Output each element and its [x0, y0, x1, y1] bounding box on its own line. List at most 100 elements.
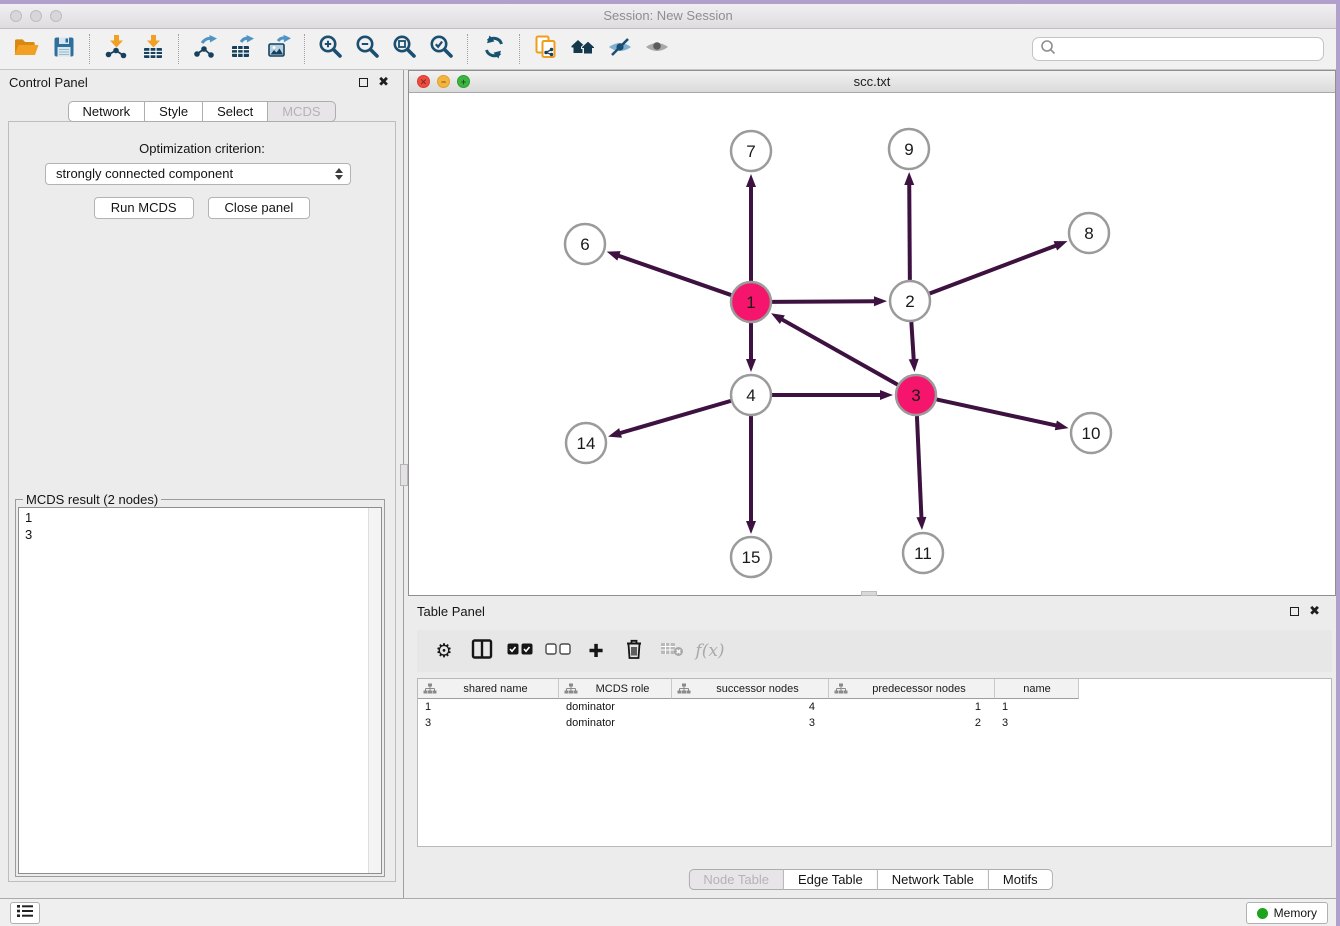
open-session-button[interactable] [8, 32, 45, 66]
graph-edge-arrowhead [1055, 420, 1069, 430]
table-cell[interactable]: 3 [418, 717, 559, 729]
network-canvas[interactable]: 7968124314101511 [409, 93, 1335, 595]
table-cell[interactable]: dominator [559, 717, 672, 729]
run-mcds-button[interactable]: Run MCDS [94, 197, 194, 219]
column-header-mcds-role[interactable]: MCDS role [559, 679, 672, 699]
zoom-window-button[interactable] [50, 10, 62, 22]
first-neighbors-button[interactable] [564, 32, 601, 66]
table-cell[interactable]: 1 [418, 701, 559, 713]
graph-edge-3-10[interactable] [937, 399, 1058, 425]
close-window-button[interactable] [10, 10, 22, 22]
export-table-icon [229, 34, 255, 65]
result-scrollbar[interactable] [368, 508, 381, 873]
hide-selected-button[interactable] [601, 32, 638, 66]
network-window-title: scc.txt [409, 71, 1335, 93]
search-field[interactable] [1032, 37, 1324, 61]
show-task-history-button[interactable] [10, 902, 40, 924]
column-header-name[interactable]: name [995, 679, 1079, 699]
deselect-all-columns-button[interactable] [539, 642, 577, 660]
network-resize-grip[interactable] [861, 591, 877, 596]
table-cell[interactable]: 2 [829, 717, 995, 729]
close-panel-icon[interactable]: ✖ [378, 77, 389, 87]
network-minimize-button[interactable]: − [437, 75, 450, 88]
fx-icon: f(x) [695, 641, 724, 661]
attribute-tree-icon [677, 683, 691, 695]
graph-edge-2-9[interactable] [909, 183, 910, 280]
tab-style[interactable]: Style [145, 101, 203, 122]
table-cell[interactable]: 1 [829, 701, 995, 713]
float-panel-icon[interactable] [1290, 607, 1299, 616]
mcds-buttons-row: Run MCDS Close panel [9, 197, 395, 219]
tab-node-table[interactable]: Node Table [688, 869, 784, 890]
tab-select[interactable]: Select [203, 101, 268, 122]
graph-edge-3-1[interactable] [781, 319, 898, 385]
table-cell[interactable]: 3 [672, 717, 829, 729]
import-table-button[interactable] [134, 32, 171, 66]
table-settings-button[interactable]: ⚙ [425, 640, 463, 662]
graph-node-label: 14 [577, 434, 596, 453]
network-zoom-button[interactable]: + [457, 75, 470, 88]
graph-edge-4-14[interactable] [619, 401, 731, 434]
add-column-button[interactable]: ✚ [577, 641, 615, 662]
criterion-select[interactable]: strongly connected component [45, 163, 351, 185]
houses-icon [570, 34, 596, 65]
export-image-button[interactable] [260, 32, 297, 66]
column-header-shared-name[interactable]: shared name [418, 679, 559, 699]
new-network-from-selection-button[interactable] [527, 32, 564, 66]
graph-edge-2-8[interactable] [930, 245, 1058, 293]
zoom-selected-button[interactable] [423, 32, 460, 66]
graph-edge-2-3[interactable] [911, 322, 913, 361]
result-line: 1 [25, 509, 365, 526]
zoom-out-button[interactable] [349, 32, 386, 66]
memory-button[interactable]: Memory [1246, 902, 1328, 924]
refresh-layout-button[interactable] [475, 32, 512, 66]
export-table-button[interactable] [223, 32, 260, 66]
panel-splitter-handle[interactable] [400, 464, 408, 486]
zoom-in-button[interactable] [312, 32, 349, 66]
table-cell[interactable]: dominator [559, 701, 672, 713]
zoom-fit-button[interactable] [386, 32, 423, 66]
graph-edge-arrowhead [916, 517, 926, 530]
tab-network[interactable]: Network [67, 101, 145, 122]
delete-table-button [653, 641, 691, 662]
table-panel: Table Panel ✖ ⚙ ✚ f(x) shared nameMCDS r… [405, 598, 1336, 898]
graph-edge-arrowhead [880, 390, 893, 400]
select-all-columns-button[interactable] [501, 642, 539, 660]
save-session-button[interactable] [45, 32, 82, 66]
table-row[interactable]: 3dominator323 [418, 715, 1331, 731]
tab-network-table[interactable]: Network Table [878, 869, 989, 890]
table-cell[interactable]: 3 [995, 717, 1079, 729]
network-window-titlebar: ✕ − + scc.txt [409, 71, 1335, 93]
graph-edge-arrowhead [746, 174, 756, 187]
column-header-successor-nodes[interactable]: successor nodes [672, 679, 829, 699]
graph-node-label: 10 [1082, 424, 1101, 443]
select-stepper-icon [335, 168, 343, 180]
delete-column-button[interactable] [615, 638, 653, 665]
attribute-tree-icon [564, 683, 578, 695]
export-network-button[interactable] [186, 32, 223, 66]
import-network-button[interactable] [97, 32, 134, 66]
search-input[interactable] [1057, 42, 1317, 56]
close-panel-icon[interactable]: ✖ [1309, 606, 1320, 616]
network-view-window: ✕ − + scc.txt 7968124314101511 [408, 70, 1336, 596]
tab-edge-table[interactable]: Edge Table [784, 869, 878, 890]
network-canvas-svg: 7968124314101511 [409, 93, 1335, 595]
table-row[interactable]: 1dominator411 [418, 699, 1331, 715]
zoom-selected-icon [429, 34, 455, 65]
graph-edge-1-6[interactable] [617, 255, 731, 295]
optimization-criterion-label: Optimization criterion: [9, 141, 395, 156]
close-panel-button[interactable]: Close panel [208, 197, 311, 219]
refresh-icon [481, 34, 507, 65]
split-columns-button[interactable] [463, 638, 501, 665]
minimize-window-button[interactable] [30, 10, 42, 22]
float-panel-icon[interactable] [359, 78, 368, 87]
tab-mcds[interactable]: MCDS [268, 101, 335, 122]
table-cell[interactable]: 4 [672, 701, 829, 713]
show-all-button[interactable] [638, 32, 675, 66]
table-cell[interactable]: 1 [995, 701, 1079, 713]
graph-edge-3-11[interactable] [917, 416, 922, 519]
graph-edge-1-2[interactable] [772, 301, 876, 302]
column-header-predecessor-nodes[interactable]: predecessor nodes [829, 679, 995, 699]
tab-motifs[interactable]: Motifs [989, 869, 1053, 890]
network-close-button[interactable]: ✕ [417, 75, 430, 88]
